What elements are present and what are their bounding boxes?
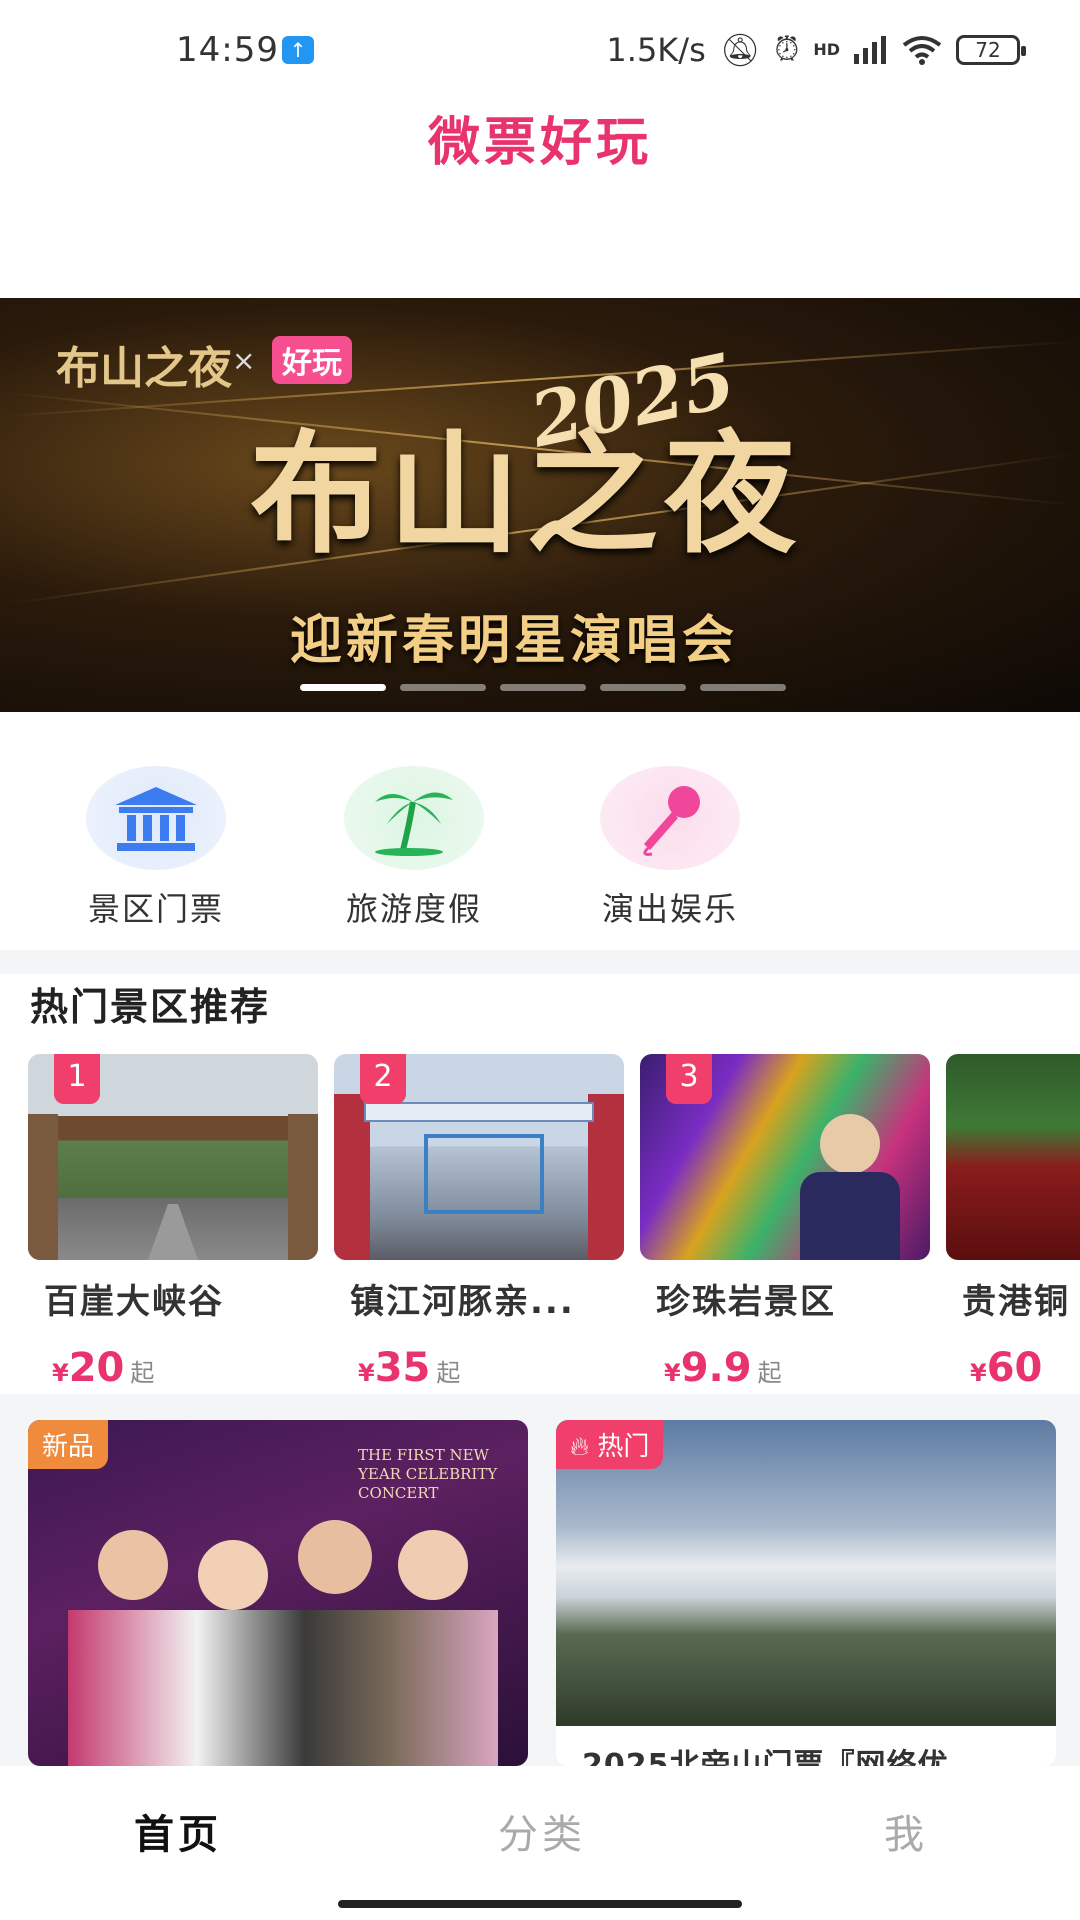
hot-scenic-section: 热门景区推荐 1 百崖大峡谷 ¥20 起 2 镇江河豚亲... ¥35 起 3 … xyxy=(0,974,1080,1394)
bottom-tab-bar: 首页 分类 我 xyxy=(0,1766,1080,1920)
feed-card-concert[interactable]: 新品 THE FIRST NEW YEAR CELEBRITY CONCERT xyxy=(28,1420,528,1766)
scenic-name: 贵港铜 xyxy=(962,1282,1070,1322)
performer-photo xyxy=(398,1530,468,1600)
banner-cross: × xyxy=(232,344,256,377)
category-label: 演出娱乐 xyxy=(601,890,738,928)
performer-photo xyxy=(198,1540,268,1610)
rank-badge: 3 xyxy=(666,1054,712,1104)
currency: ¥ xyxy=(52,1359,69,1387)
price-suffix: 起 xyxy=(436,1359,461,1387)
banner-partner-logo: 好玩 xyxy=(272,336,352,384)
pager-dot[interactable] xyxy=(300,684,386,691)
tab-me[interactable]: 我 xyxy=(884,1802,928,1860)
scenic-name: 珍珠岩景区 xyxy=(656,1282,836,1322)
category-travel-vacation[interactable]: 旅游度假 xyxy=(304,740,524,930)
currency: ¥ xyxy=(664,1359,681,1387)
signal-icon xyxy=(854,35,886,64)
alarm-icon: ⏰︎ xyxy=(774,30,800,68)
app-screen: 14:59 ↑ 1.5K/s 🔕︎ ⏰︎ HD 72 微票好玩 布山之夜 × 好… xyxy=(0,0,1080,1920)
tab-home[interactable]: 首页 xyxy=(134,1802,222,1860)
status-bar: 14:59 ↑ 1.5K/s 🔕︎ ⏰︎ HD 72 xyxy=(0,0,1080,100)
status-right: 1.5K/s 🔕︎ ⏰︎ HD 72 xyxy=(606,30,1026,69)
pager-dot[interactable] xyxy=(500,684,586,691)
banner-brand-logo: 布山之夜 xyxy=(56,343,232,394)
net-speed: 1.5K/s xyxy=(606,30,706,69)
rank-badge: 1 xyxy=(54,1054,100,1104)
home-indicator[interactable] xyxy=(338,1900,742,1908)
price-value: 20 xyxy=(68,1345,125,1391)
palm-tree-icon xyxy=(344,766,484,870)
scenic-card[interactable]: 2 镇江河豚亲... ¥35 起 xyxy=(334,1054,624,1391)
divider xyxy=(0,1394,1080,1420)
scenic-card[interactable]: 3 珍珠岩景区 ¥9.9 起 xyxy=(640,1054,930,1391)
scenic-price: ¥9.9 起 xyxy=(640,1345,930,1391)
upload-icon: ↑ xyxy=(282,36,314,64)
rank-badge: 2 xyxy=(360,1054,406,1104)
scenic-name: 镇江河豚亲... xyxy=(350,1282,575,1322)
scenic-price: ¥35 起 xyxy=(334,1345,624,1391)
price-suffix: 起 xyxy=(130,1359,155,1387)
category-scenic-tickets[interactable]: 景区门票 xyxy=(46,740,266,930)
banner-headline: 布山之夜 xyxy=(250,417,802,572)
scenic-name: 百崖大峡谷 xyxy=(44,1282,224,1322)
category-label: 旅游度假 xyxy=(345,890,482,928)
mute-icon: 🔕︎ xyxy=(719,30,761,69)
network-label: HD xyxy=(813,40,840,59)
currency: ¥ xyxy=(970,1359,987,1387)
section-title: 热门景区推荐 xyxy=(30,985,271,1029)
hot-scenic-carousel[interactable]: 1 百崖大峡谷 ¥20 起 2 镇江河豚亲... ¥35 起 3 珍珠岩景区 ¥… xyxy=(28,1054,1080,1394)
performer-photo xyxy=(98,1530,168,1600)
pager-dot[interactable] xyxy=(400,684,486,691)
divider xyxy=(0,950,1080,974)
microphone-icon xyxy=(600,766,740,870)
feed-caption: 2025北帝山门票『网络优 xyxy=(582,1748,949,1766)
hot-badge-label: 热门 xyxy=(597,1432,650,1462)
category-performance[interactable]: 演出娱乐 xyxy=(560,740,780,930)
currency: ¥ xyxy=(358,1359,375,1387)
wifi-icon xyxy=(902,35,942,65)
scenic-photo xyxy=(946,1054,1080,1260)
scenic-card[interactable]: 1 百崖大峡谷 ¥20 起 xyxy=(28,1054,318,1391)
price-value: 9.9 xyxy=(680,1345,752,1391)
new-badge: 新品 xyxy=(28,1420,109,1469)
price-suffix: 起 xyxy=(757,1359,782,1387)
scenic-price: ¥20 起 xyxy=(28,1345,318,1391)
category-grid: 景区门票 旅游度假 演出娱乐 xyxy=(0,740,1080,950)
price-value: 35 xyxy=(374,1345,431,1391)
scenic-card[interactable]: 贵港铜 ¥60 xyxy=(946,1054,1080,1391)
performers-group-photo xyxy=(68,1610,498,1766)
banner-subtitle: 迎新春明星演唱会 xyxy=(290,611,739,671)
page-title: 微票好玩 xyxy=(427,113,652,173)
pager-dot[interactable] xyxy=(700,684,786,691)
recommend-feed: 新品 THE FIRST NEW YEAR CELEBRITY CONCERT … xyxy=(0,1420,1080,1766)
promo-banner[interactable]: 布山之夜 × 好玩 2025 布山之夜 迎新春明星演唱会 xyxy=(0,298,1080,712)
banner-pager[interactable] xyxy=(300,684,786,691)
feed-card-scenic[interactable]: 🔥︎ 热门 2025北帝山门票『网络优 xyxy=(556,1420,1056,1766)
category-label: 景区门票 xyxy=(87,890,224,928)
poster-text: THE FIRST NEW YEAR CELEBRITY CONCERT xyxy=(358,1446,498,1502)
battery-icon: 72 xyxy=(956,34,1026,65)
temple-icon xyxy=(86,766,226,870)
hot-badge: 🔥︎ 热门 xyxy=(556,1420,664,1469)
scenic-price: ¥60 xyxy=(946,1345,1080,1391)
pager-dot[interactable] xyxy=(600,684,686,691)
flame-icon: 🔥︎ xyxy=(570,1432,590,1462)
tab-category[interactable]: 分类 xyxy=(498,1802,586,1860)
performer-photo xyxy=(298,1520,372,1594)
status-time: 14:59 xyxy=(176,30,279,70)
price-value: 60 xyxy=(986,1345,1043,1391)
